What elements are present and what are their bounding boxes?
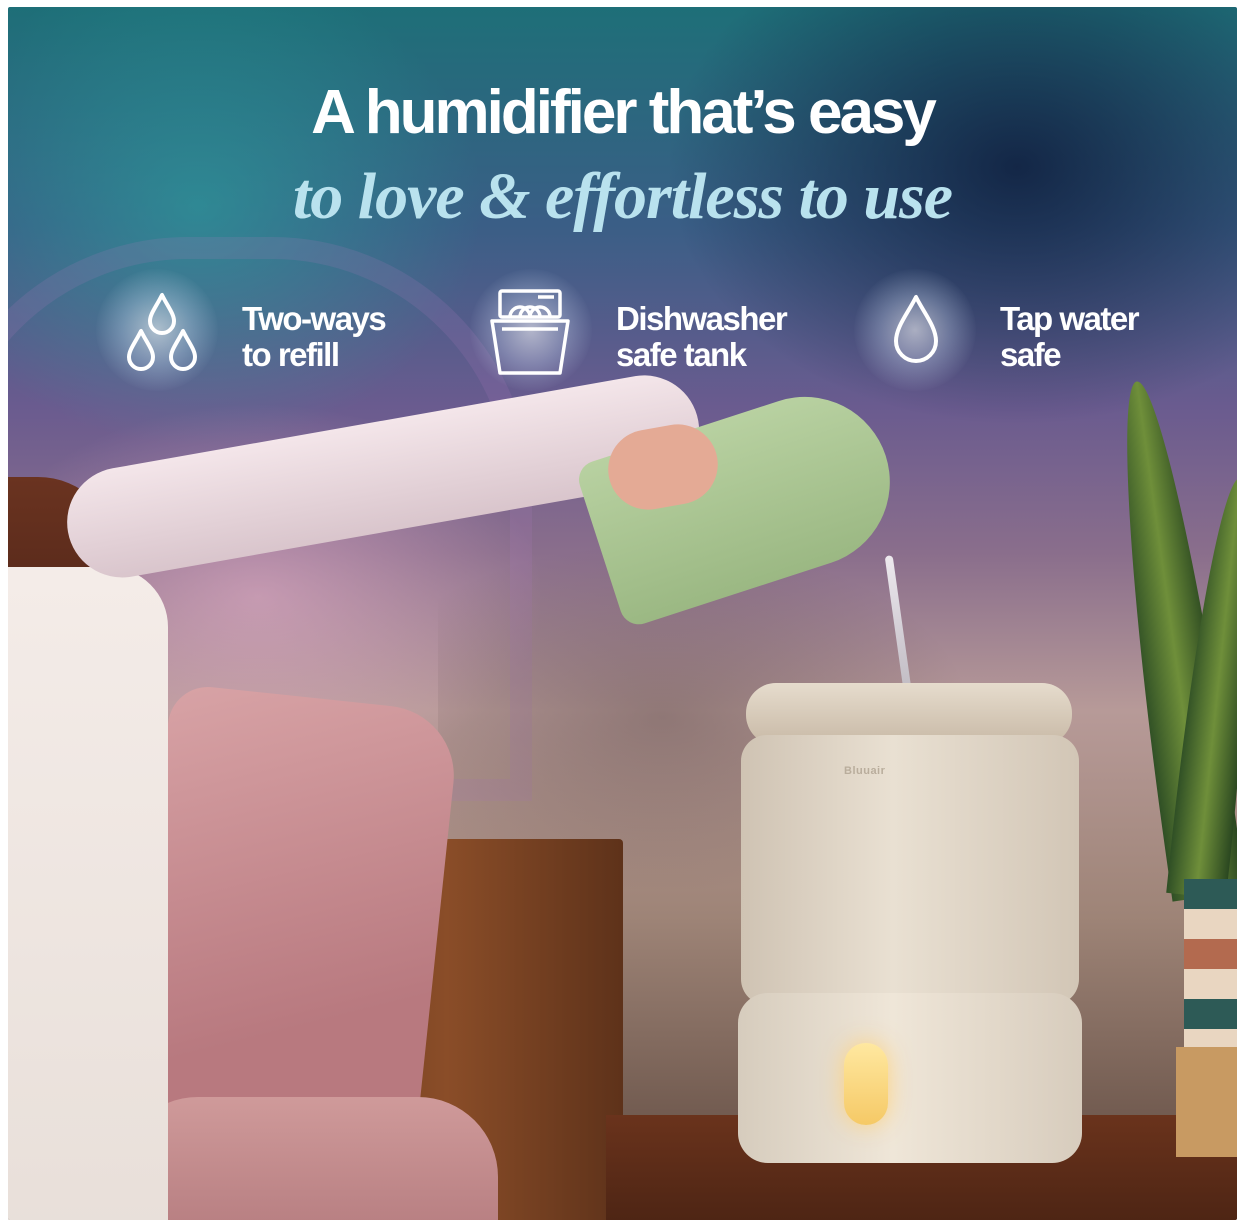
feature-label-line2: to refill xyxy=(242,336,340,373)
feature-label: Tap water safe xyxy=(1000,300,1140,373)
feature-label: Dishwasher safe tank xyxy=(616,300,788,373)
hero-image: Bluuair A humidifier that’s easy to love… xyxy=(8,7,1237,1220)
feature-label-line1: Dishwasher xyxy=(616,300,788,337)
dishwasher-icon xyxy=(490,289,570,375)
feature-label: Two-ways to refill xyxy=(242,300,387,373)
plant-stand xyxy=(1176,1047,1237,1157)
water-drops-icon xyxy=(127,293,197,371)
feature-label-line1: Tap water xyxy=(1000,300,1140,337)
humidifier-night-light xyxy=(844,1043,888,1125)
water-drop-icon xyxy=(894,295,938,363)
pink-pillow xyxy=(125,683,461,1161)
person-torso xyxy=(8,567,168,1220)
feature-label-line2: safe tank xyxy=(616,336,747,373)
pink-blanket xyxy=(118,1097,498,1220)
headline: A humidifier that’s easy xyxy=(311,78,937,147)
feature-label-line2: safe xyxy=(1000,336,1062,373)
feature-label-line1: Two-ways xyxy=(242,300,387,337)
humidifier-tank xyxy=(741,735,1079,1005)
plant-pot xyxy=(1184,879,1237,1059)
humidifier-base xyxy=(738,993,1082,1163)
subheadline: to love & effortless to use xyxy=(292,160,953,233)
humidifier-logo: Bluuair xyxy=(844,765,886,777)
